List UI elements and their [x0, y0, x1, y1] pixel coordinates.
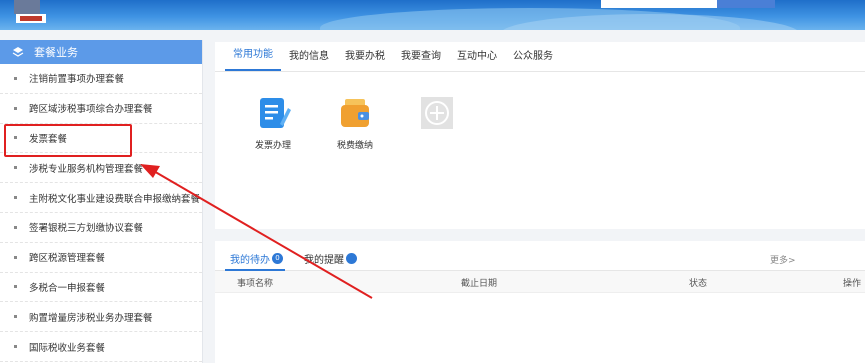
- header-banner: [0, 0, 865, 30]
- sidebar-title: 套餐业务: [34, 46, 78, 59]
- main-tabs: 常用功能 我的信息 我要办税 我要查询 互动中心 公众服务: [215, 42, 865, 72]
- sidebar-item-label: 注销前置事项办理套餐: [29, 74, 125, 86]
- sidebar-item-label: 跨区域涉税事项综合办理套餐: [29, 104, 153, 116]
- more-link[interactable]: 更多>: [770, 253, 796, 266]
- bullet-icon: [14, 76, 17, 80]
- tab-public-service[interactable]: 公众服务: [505, 47, 561, 71]
- function-label: 税费缴纳: [336, 141, 373, 151]
- tab-interaction[interactable]: 互动中心: [449, 47, 505, 71]
- add-icon: [418, 94, 456, 132]
- sidebar-item-label: 主附税文化事业建设费联合申报缴纳套餐: [29, 193, 201, 205]
- add-function-button[interactable]: [407, 94, 467, 138]
- tab-my-reminder-label: 我的提醒: [304, 255, 344, 266]
- sidebar-item[interactable]: 主附税文化事业建设费联合申报缴纳套餐: [0, 183, 202, 213]
- sidebar-item[interactable]: 涉税专业服务机构管理套餐: [0, 153, 202, 184]
- tab-query[interactable]: 我要查询: [393, 47, 449, 71]
- reminder-count-badge: [346, 253, 357, 264]
- sidebar-item-label: 多税合一申报套餐: [29, 282, 106, 294]
- sidebar-item[interactable]: 国际税收业务套餐: [0, 332, 202, 362]
- sidebar-item-label: 跨区税源管理套餐: [29, 253, 106, 265]
- tab-tax-handling[interactable]: 我要办税: [337, 47, 393, 71]
- function-label: 发票办理: [254, 141, 291, 151]
- bullet-icon: [14, 225, 17, 229]
- tax-logo-icon: [14, 0, 46, 23]
- search-input[interactable]: [601, 0, 717, 8]
- sidebar-item[interactable]: 跨区域涉税事项综合办理套餐: [0, 94, 202, 124]
- tab-my-info[interactable]: 我的信息: [281, 47, 337, 71]
- column-header: 事项名称: [237, 279, 274, 289]
- sidebar-item[interactable]: 跨区税源管理套餐: [0, 243, 202, 273]
- column-header: 截止日期: [461, 279, 498, 289]
- highlight-box: [4, 124, 132, 157]
- sidebar-item-label: 国际税收业务套餐: [29, 342, 106, 354]
- sidebar-item-label: 涉税专业服务机构管理套餐: [29, 163, 144, 175]
- sidebar-header: 套餐业务: [0, 40, 202, 64]
- common-functions-panel: 常用功能 我的信息 我要办税 我要查询 互动中心 公众服务 发票办理 税费缴纳: [215, 42, 865, 229]
- todo-panel: 我的待办 0 我的提醒 更多> 事项名称 截止日期 状态 操作: [215, 241, 865, 363]
- column-header: 操作: [843, 279, 862, 289]
- sidebar-item[interactable]: 签署银税三方划缴协议套餐: [0, 213, 202, 243]
- wallet-icon: [336, 94, 374, 132]
- sidebar-item[interactable]: 购置增量房涉税业务办理套餐: [0, 302, 202, 333]
- bullet-icon: [14, 285, 17, 289]
- todo-table-header: 事项名称 截止日期 状态 操作: [215, 271, 865, 293]
- layers-icon: [12, 47, 24, 57]
- bullet-icon: [14, 345, 17, 349]
- column-header: 状态: [689, 279, 708, 289]
- tab-my-todo[interactable]: 我的待办 0: [230, 251, 283, 266]
- bullet-icon: [14, 255, 17, 259]
- sidebar: 套餐业务 注销前置事项办理套餐 跨区域涉税事项综合办理套餐 发票套餐 涉税专业服…: [0, 40, 203, 363]
- tab-my-reminder[interactable]: 我的提醒: [304, 251, 357, 266]
- tab-my-todo-label: 我的待办: [230, 255, 270, 266]
- tab-common-functions[interactable]: 常用功能: [225, 45, 281, 71]
- bullet-icon: [14, 106, 17, 110]
- sidebar-item-label: 购置增量房涉税业务办理套餐: [29, 312, 153, 324]
- search-button[interactable]: [717, 0, 775, 8]
- invoice-edit-icon: [254, 94, 292, 132]
- todo-tabs: 我的待办 0 我的提醒 更多>: [215, 241, 865, 271]
- todo-count-badge: 0: [272, 253, 283, 264]
- bullet-icon: [14, 315, 17, 319]
- bullet-icon: [14, 196, 17, 200]
- invoice-function-button[interactable]: 发票办理: [243, 94, 303, 151]
- sidebar-item[interactable]: 多税合一申报套餐: [0, 273, 202, 303]
- sidebar-item-label: 签署银税三方划缴协议套餐: [29, 223, 144, 235]
- sidebar-item[interactable]: 注销前置事项办理套餐: [0, 64, 202, 94]
- bullet-icon: [14, 166, 17, 170]
- tax-payment-function-button[interactable]: 税费缴纳: [325, 94, 385, 151]
